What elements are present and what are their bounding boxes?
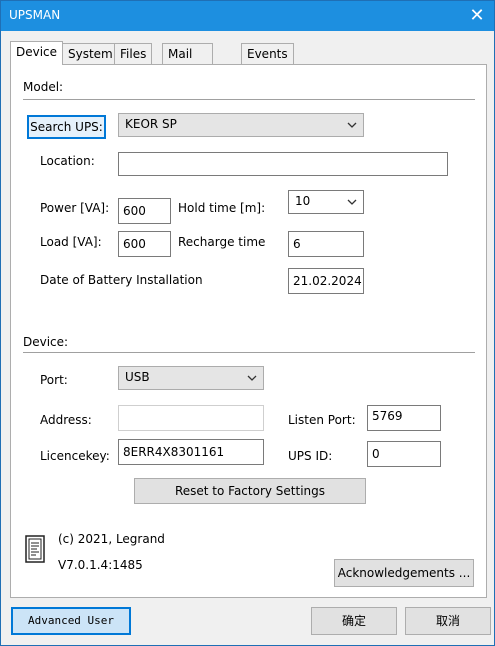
power-label: Power [VA]: — [40, 201, 110, 215]
battery-date-label: Date of Battery Installation — [40, 273, 203, 287]
recharge-time-field[interactable]: 6 — [288, 231, 364, 257]
model-heading: Model: — [23, 80, 64, 94]
version-text: V7.0.1.4:1485 — [58, 558, 143, 572]
close-icon[interactable]: ✕ — [466, 5, 488, 27]
tab-files[interactable]: Files — [114, 43, 153, 64]
ok-button[interactable]: 确定 — [311, 607, 397, 635]
cancel-button[interactable]: 取消 — [405, 607, 491, 635]
location-label: Location: — [40, 154, 95, 168]
load-label: Load [VA]: — [40, 235, 102, 249]
document-icon — [25, 535, 45, 563]
chevron-down-icon — [247, 375, 257, 381]
port-value: USB — [125, 370, 150, 384]
device-divider — [23, 352, 475, 354]
tab-mail-server[interactable]: Mail Server — [162, 43, 214, 81]
recharge-time-label: Recharge time — [178, 235, 266, 249]
port-select[interactable]: USB — [118, 366, 264, 390]
ups-model-select[interactable]: KEOR SP — [118, 113, 364, 137]
copyright-text: (c) 2021, Legrand — [58, 532, 165, 546]
address-field[interactable] — [118, 405, 264, 431]
reset-factory-button[interactable]: Reset to Factory Settings — [134, 478, 366, 504]
licencekey-label: Licencekey: — [40, 449, 110, 463]
model-divider — [23, 99, 475, 101]
tab-events[interactable]: Events — [241, 43, 294, 64]
ups-model-value: KEOR SP — [125, 117, 177, 131]
upsman-window: UPSMAN ✕ Device System Files Mail Server… — [0, 0, 495, 646]
power-field[interactable]: 600 — [118, 198, 171, 224]
listen-port-label: Listen Port: — [288, 413, 356, 427]
search-ups-button[interactable]: Search UPS: — [27, 115, 106, 139]
window-title: UPSMAN — [9, 8, 61, 22]
tab-device[interactable]: Device — [10, 41, 64, 65]
chevron-down-icon — [347, 199, 357, 205]
device-tab-panel: Model: Search UPS: KEOR SP Location: Pow… — [10, 64, 487, 598]
title-bar[interactable]: UPSMAN ✕ — [1, 1, 494, 31]
hold-time-value: 10 — [295, 194, 311, 208]
tab-system[interactable]: System — [62, 43, 119, 64]
device-heading: Device: — [23, 335, 69, 349]
licencekey-field[interactable]: 8ERR4X8301161 — [118, 439, 264, 465]
acknowledgements-button[interactable]: Acknowledgements ... — [334, 559, 474, 587]
hold-time-label: Hold time [m]: — [178, 201, 266, 215]
advanced-user-button[interactable]: Advanced User — [11, 607, 131, 635]
address-label: Address: — [40, 413, 92, 427]
chevron-down-icon — [347, 122, 357, 128]
ups-id-field[interactable]: 0 — [367, 441, 441, 467]
hold-time-select[interactable]: 10 — [288, 190, 364, 214]
battery-date-field[interactable]: 21.02.2024 — [288, 268, 364, 294]
location-field[interactable] — [118, 152, 448, 176]
port-label: Port: — [40, 373, 68, 387]
listen-port-field[interactable]: 5769 — [367, 405, 441, 431]
load-field[interactable]: 600 — [118, 231, 171, 257]
ups-id-label: UPS ID: — [288, 449, 333, 463]
